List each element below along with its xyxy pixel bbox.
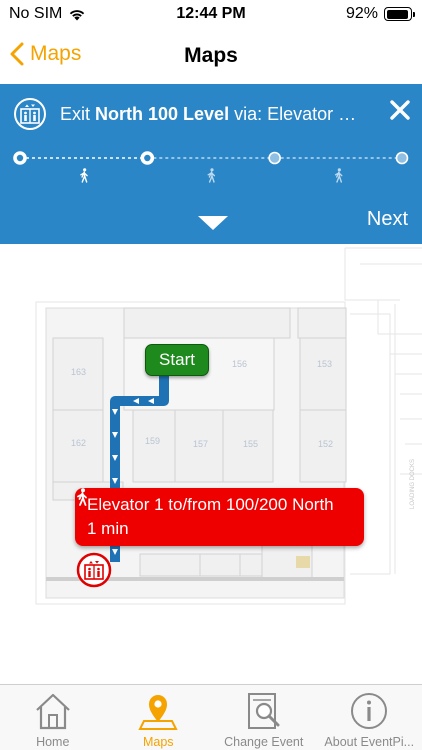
elevator-callout-duration: 1 min bbox=[77, 488, 352, 539]
step-dot-center bbox=[144, 154, 151, 162]
step-progress bbox=[13, 150, 409, 190]
start-marker[interactable]: Start bbox=[145, 344, 209, 376]
walking-time: 1 min bbox=[87, 519, 129, 538]
room-label: 155 bbox=[243, 439, 258, 449]
room-label: 157 bbox=[193, 439, 208, 449]
tab-label: About EventPi... bbox=[324, 735, 415, 749]
status-bar: No SIM 12:44 PM 92% bbox=[0, 0, 422, 30]
walking-icon bbox=[77, 488, 87, 506]
battery-fill bbox=[386, 9, 408, 19]
walking-icon bbox=[80, 168, 88, 183]
walking-icon bbox=[207, 168, 216, 183]
tab-home[interactable]: Home bbox=[0, 685, 106, 750]
info-icon bbox=[351, 693, 388, 729]
step-dot[interactable] bbox=[395, 151, 409, 165]
tab-maps[interactable]: Maps bbox=[106, 685, 212, 750]
elevator-badge bbox=[14, 98, 46, 130]
step-dot[interactable] bbox=[268, 151, 281, 165]
direction-suffix: via: Elevator … bbox=[229, 103, 357, 124]
directions-panel: Exit North 100 Level via: Elevator … Nex… bbox=[0, 84, 422, 244]
page-title: Maps bbox=[184, 44, 238, 67]
next-button[interactable]: Next bbox=[367, 208, 408, 231]
elevator-icon bbox=[20, 104, 40, 124]
battery-icon bbox=[384, 7, 415, 21]
room-label: 153 bbox=[317, 359, 332, 369]
walking-icon bbox=[334, 168, 343, 183]
house-icon bbox=[35, 693, 70, 730]
direction-prefix: Exit bbox=[60, 103, 96, 124]
directions-header: Exit North 100 Level via: Elevator … bbox=[14, 98, 414, 130]
elevator-callout[interactable]: Elevator 1 to/from 100/200 North 1 min bbox=[75, 488, 364, 546]
tab-label: Change Event bbox=[224, 735, 304, 749]
step-dot-center bbox=[16, 154, 24, 162]
elevator-callout-title: Elevator 1 to/from 100/200 North bbox=[87, 495, 334, 514]
room-label: 159 bbox=[145, 436, 160, 446]
status-right: 92% bbox=[345, 5, 415, 23]
loading-docks-label: LOADING DOCKS bbox=[410, 459, 416, 509]
direction-instruction: Exit North 100 Level via: Elevator … bbox=[60, 104, 380, 125]
tab-change-event[interactable]: Change Event bbox=[211, 685, 317, 750]
room-label: 163 bbox=[71, 367, 86, 377]
step-progress-track bbox=[13, 151, 409, 183]
room-label: 156 bbox=[232, 359, 247, 369]
floor-map[interactable]: 163 156 153 162 159 157 155 152 LOADING … bbox=[0, 244, 422, 684]
room-label: 152 bbox=[318, 439, 333, 449]
direction-destination: North 100 Level bbox=[95, 103, 230, 124]
map-pin-icon bbox=[138, 695, 178, 730]
tab-bar: Home Maps Change Event About EventPi... bbox=[0, 684, 422, 750]
tab-about[interactable]: About EventPi... bbox=[317, 685, 422, 750]
tab-label: Maps bbox=[142, 735, 174, 749]
room-label: 162 bbox=[71, 438, 86, 448]
battery-percent: 92% bbox=[345, 5, 378, 22]
floor-plan: 163 156 153 162 159 157 155 152 LOADING … bbox=[35, 247, 422, 605]
chevron-down-icon[interactable] bbox=[198, 216, 228, 232]
directions-footer: Next bbox=[0, 208, 422, 238]
nav-bar: Maps Maps bbox=[0, 32, 422, 84]
tab-label: Home bbox=[36, 735, 70, 749]
close-icon[interactable] bbox=[390, 100, 410, 120]
search-doc-icon bbox=[247, 693, 280, 729]
